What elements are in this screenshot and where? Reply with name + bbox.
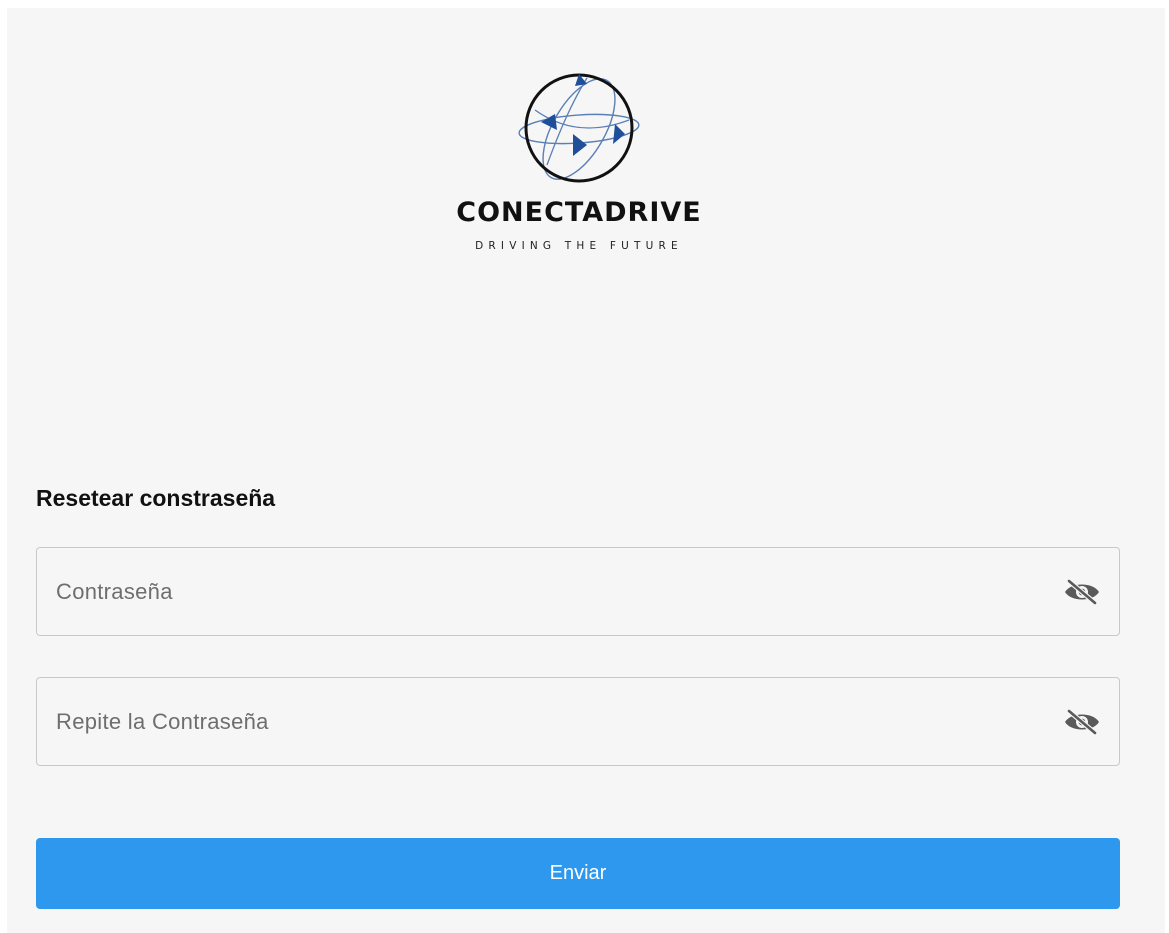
globe-with-arrows-icon xyxy=(518,73,640,183)
repeat-password-input[interactable] xyxy=(37,678,1037,765)
eye-off-icon[interactable] xyxy=(1063,709,1101,735)
brand-tagline: DRIVING THE FUTURE xyxy=(475,240,683,252)
brand-logo: CONECTADRIVE DRIVING THE FUTURE xyxy=(7,8,1165,278)
form-title: Resetear constraseña xyxy=(36,485,276,511)
reset-password-page: CONECTADRIVE DRIVING THE FUTURE Resetear… xyxy=(7,8,1165,933)
brand-name: CONECTADRIVE xyxy=(456,197,702,228)
repeat-password-field xyxy=(36,677,1120,766)
password-field xyxy=(36,547,1120,636)
password-input[interactable] xyxy=(37,548,1037,635)
submit-button[interactable]: Enviar xyxy=(36,838,1120,909)
eye-off-icon[interactable] xyxy=(1063,579,1101,605)
